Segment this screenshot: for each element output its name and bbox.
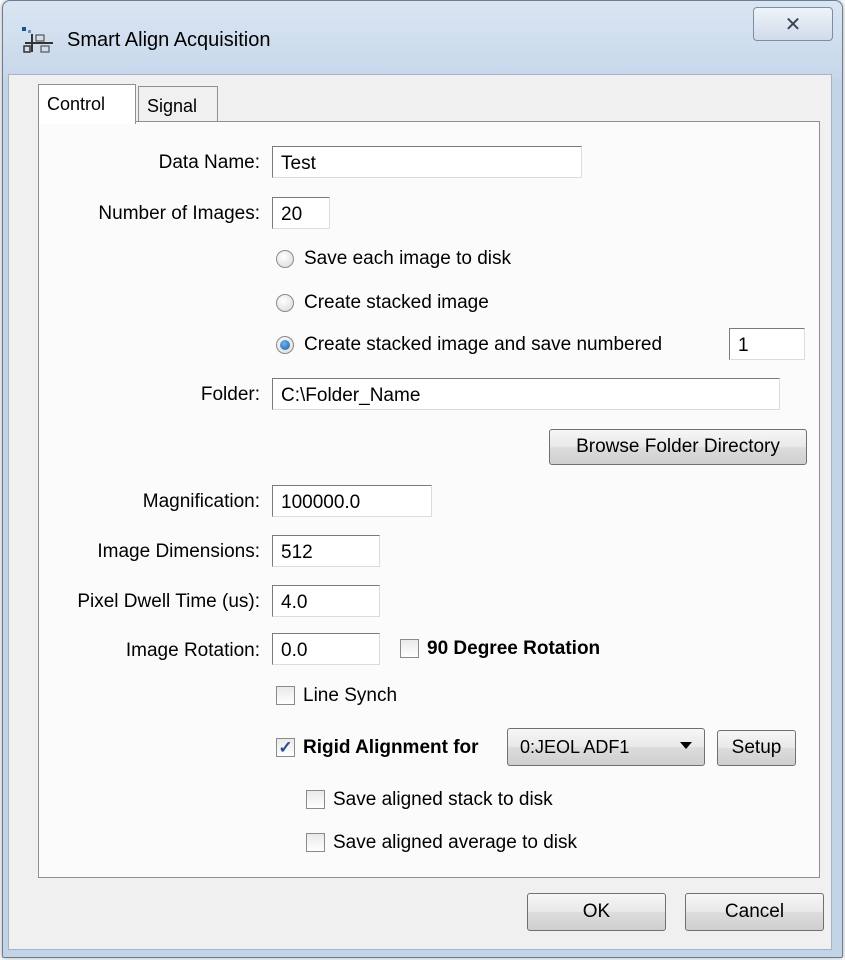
ok-button[interactable]: OK — [527, 893, 666, 931]
cancel-button[interactable]: Cancel — [685, 893, 824, 931]
magnification-input[interactable]: 100000.0 — [272, 485, 432, 517]
radio-create-stacked-numbered-label[interactable]: Create stacked image and save numbered — [304, 334, 662, 356]
tab-label: Control — [47, 94, 106, 114]
numbered-start-input[interactable]: 1 — [729, 328, 805, 360]
image-dimensions-label: Image Dimensions: — [97, 541, 260, 562]
tab-label: Signal — [147, 96, 198, 116]
image-dimensions-input[interactable]: 512 — [272, 535, 380, 567]
radio-save-each-image-label[interactable]: Save each image to disk — [304, 248, 511, 270]
setup-button[interactable]: Setup — [717, 730, 796, 766]
dwell-time-label: Pixel Dwell Time (us): — [77, 591, 260, 612]
save-aligned-stack-checkbox[interactable] — [306, 790, 325, 809]
radio-create-stacked-numbered[interactable] — [276, 336, 294, 354]
magnification-label: Magnification: — [142, 491, 260, 512]
browse-folder-button[interactable]: Browse Folder Directory — [549, 429, 807, 465]
chevron-down-icon — [680, 742, 692, 749]
detector-select-value: 0:JEOL ADF1 — [520, 737, 630, 757]
browse-folder-label: Browse Folder Directory — [576, 436, 780, 457]
detector-select[interactable]: 0:JEOL ADF1 — [507, 728, 705, 766]
image-rotation-input[interactable]: 0.0 — [272, 633, 380, 665]
rotation-90-checkbox[interactable] — [400, 639, 419, 658]
data-name-input[interactable]: Test — [272, 146, 582, 178]
save-aligned-average-checkbox[interactable] — [306, 833, 325, 852]
radio-create-stacked[interactable] — [276, 294, 294, 312]
app-icon — [22, 27, 53, 53]
folder-input[interactable]: C:\Folder_Name — [272, 378, 780, 410]
rigid-alignment-label[interactable]: Rigid Alignment for — [303, 737, 479, 759]
window-title: Smart Align Acquisition — [67, 29, 271, 51]
title-bar[interactable]: Smart Align Acquisition — [3, 1, 842, 79]
close-button[interactable]: ✕ — [753, 7, 833, 41]
image-rotation-label: Image Rotation: — [125, 640, 260, 661]
setup-label: Setup — [731, 737, 782, 758]
tab-signal[interactable]: Signal — [138, 86, 218, 122]
folder-label: Folder: — [200, 384, 260, 405]
rotation-90-label[interactable]: 90 Degree Rotation — [427, 638, 600, 660]
tab-control[interactable]: Control — [38, 84, 136, 124]
rigid-alignment-checkbox[interactable]: ✓ — [276, 738, 295, 757]
close-icon: ✕ — [784, 13, 802, 36]
save-aligned-average-label[interactable]: Save aligned average to disk — [333, 832, 577, 854]
line-synch-checkbox[interactable] — [276, 686, 295, 705]
ok-label: OK — [582, 901, 611, 922]
cancel-label: Cancel — [724, 901, 785, 922]
line-synch-label[interactable]: Line Synch — [303, 685, 397, 707]
dwell-time-input[interactable]: 4.0 — [272, 585, 380, 617]
number-of-images-input[interactable]: 20 — [272, 197, 330, 229]
number-of-images-label: Number of Images: — [98, 203, 260, 224]
radio-create-stacked-label[interactable]: Create stacked image — [304, 292, 489, 314]
data-name-label: Data Name: — [158, 152, 260, 173]
save-aligned-stack-label[interactable]: Save aligned stack to disk — [333, 789, 553, 811]
radio-save-each-image[interactable] — [276, 250, 294, 268]
